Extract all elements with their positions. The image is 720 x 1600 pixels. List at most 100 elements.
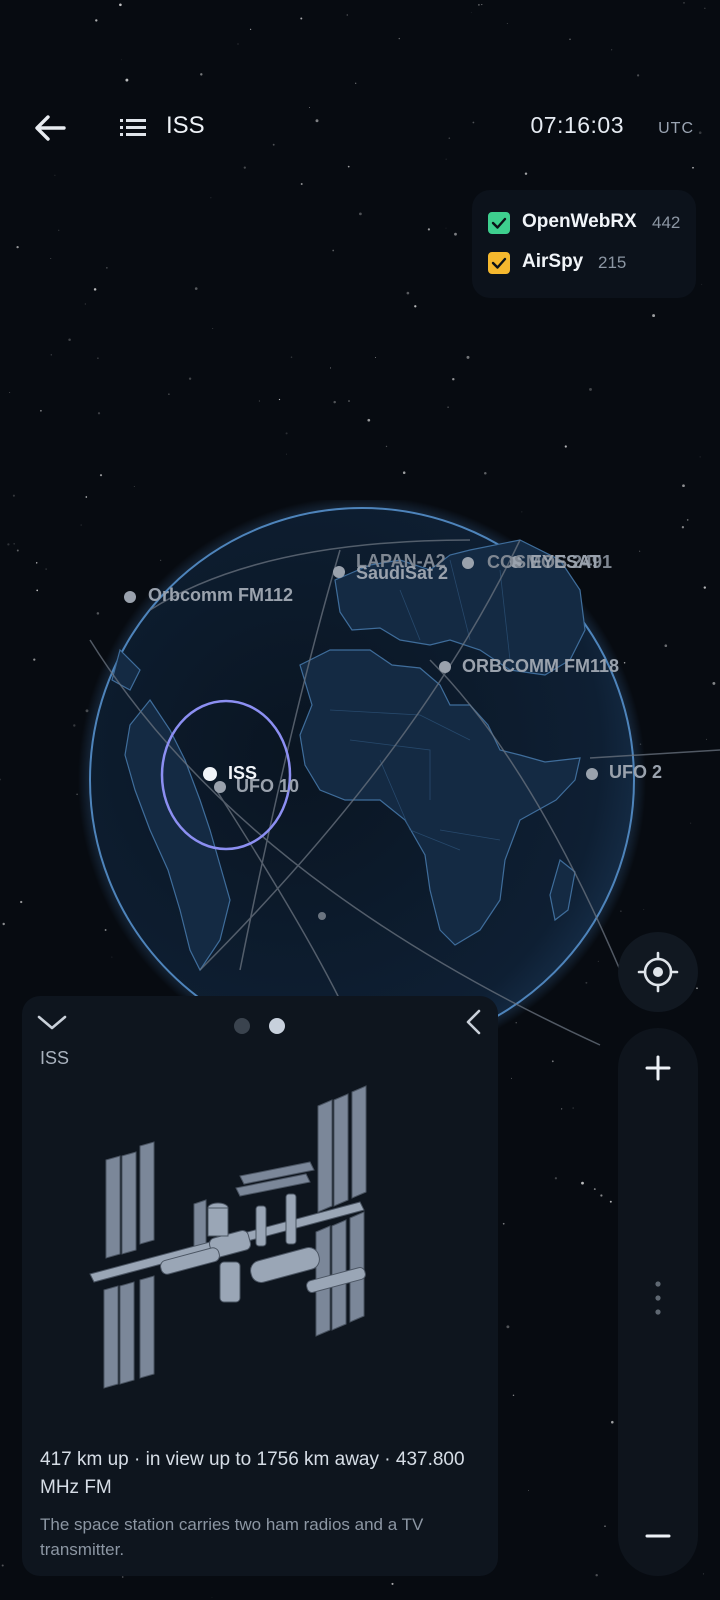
- page-title[interactable]: ISS: [166, 112, 205, 140]
- list-icon[interactable]: [120, 117, 148, 139]
- legend-label: AirSpy: [522, 251, 584, 272]
- star: [406, 291, 410, 295]
- star: [447, 406, 449, 409]
- star: [699, 456, 701, 458]
- star: [125, 78, 129, 82]
- satellite-label[interactable]: EYESAT: [530, 552, 601, 573]
- star: [506, 1325, 510, 1329]
- star: [84, 303, 87, 305]
- star: [527, 1490, 529, 1492]
- star: [481, 4, 483, 6]
- arrow-left-icon: [35, 115, 66, 141]
- star: [50, 354, 52, 356]
- satellite-label[interactable]: UFO 10: [236, 776, 299, 797]
- star: [692, 166, 694, 169]
- star: [367, 418, 371, 422]
- star: [168, 393, 170, 395]
- star: [188, 377, 192, 380]
- star: [595, 1573, 598, 1577]
- star: [682, 484, 685, 488]
- timezone-label: UTC: [658, 120, 694, 137]
- star: [243, 166, 246, 169]
- legend-count: 215: [598, 253, 627, 272]
- page-dot-1[interactable]: [234, 1018, 250, 1034]
- star: [427, 228, 431, 231]
- previous-button[interactable]: [456, 1006, 492, 1038]
- checkbox-checked-icon[interactable]: [488, 252, 510, 274]
- star: [581, 1181, 584, 1185]
- star: [210, 197, 212, 199]
- star: [402, 471, 406, 474]
- star: [300, 183, 303, 185]
- satellite-label[interactable]: SaudiSat 2: [356, 563, 448, 584]
- star: [702, 1573, 705, 1575]
- star: [249, 28, 252, 30]
- satellite-info-card: ISS 417 km up · in view up to 1756 km aw…: [22, 996, 498, 1576]
- star: [68, 338, 71, 341]
- satellite-description: The space station carries two ham radios…: [40, 1515, 424, 1559]
- star: [704, 7, 706, 9]
- star: [604, 1525, 606, 1527]
- legend-label: OpenWebRX: [522, 211, 637, 232]
- source-legend: OpenWebRX 442 AirSpy 215: [472, 190, 696, 298]
- star: [470, 12, 472, 13]
- star: [391, 1582, 394, 1585]
- legend-item-airspy[interactable]: AirSpy 215: [488, 248, 688, 278]
- star: [385, 445, 388, 448]
- satellite-label[interactable]: ORBCOMM FM118: [462, 656, 619, 677]
- zoom-out-button[interactable]: [618, 1496, 698, 1576]
- satellite-label[interactable]: Orbcomm FM112: [148, 585, 293, 606]
- star: [278, 398, 281, 401]
- star: [97, 412, 101, 415]
- globe-map[interactable]: Orbcomm FM112 LAPAN-A2 SaudiSat 2 COSMOS…: [0, 496, 720, 1064]
- star: [329, 367, 332, 369]
- collapse-button[interactable]: [32, 1008, 72, 1036]
- star: [16, 245, 19, 249]
- utc-clock: 07:16:03: [530, 112, 624, 138]
- star: [332, 249, 335, 252]
- zoom-in-button[interactable]: [618, 1028, 698, 1108]
- star: [211, 1597, 213, 1599]
- star: [554, 1177, 558, 1180]
- star: [58, 229, 60, 231]
- chevron-down-icon: [37, 1015, 67, 1030]
- star: [445, 227, 447, 229]
- star: [258, 400, 260, 402]
- star: [348, 400, 350, 402]
- star: [290, 356, 293, 358]
- star: [1, 1564, 4, 1567]
- star: [466, 355, 470, 359]
- star: [569, 38, 571, 41]
- satellite-label[interactable]: UFO 2: [609, 762, 662, 783]
- page-dot-2-active[interactable]: [269, 1018, 285, 1034]
- star: [611, 1420, 614, 1424]
- star: [133, 486, 135, 487]
- star: [99, 474, 103, 477]
- star: [561, 1108, 563, 1110]
- star: [119, 3, 122, 7]
- top-bar: ISS 07:16:03 UTC: [0, 96, 720, 156]
- star: [452, 377, 455, 381]
- checkbox-checked-icon[interactable]: [488, 212, 510, 234]
- star: [551, 1060, 554, 1063]
- locate-button[interactable]: [618, 932, 698, 1012]
- star: [637, 74, 640, 77]
- drag-handle-icon: [655, 1281, 661, 1315]
- star: [355, 82, 357, 84]
- chevron-left-icon: [466, 1009, 481, 1035]
- star: [212, 328, 214, 330]
- star: [300, 17, 303, 20]
- star: [121, 1576, 124, 1578]
- star: [346, 14, 348, 16]
- star: [12, 494, 15, 497]
- zoom-slider-handle[interactable]: [648, 1278, 668, 1318]
- star: [611, 49, 613, 51]
- satellite-stats: 417 km up · in view up to 1756 km away ·…: [40, 1449, 465, 1498]
- legend-item-openwebrx[interactable]: OpenWebRX 442: [488, 208, 688, 238]
- star: [589, 387, 592, 391]
- star: [121, 59, 122, 61]
- back-button[interactable]: [30, 110, 74, 146]
- star: [564, 445, 567, 448]
- star: [95, 19, 98, 22]
- star: [524, 172, 528, 175]
